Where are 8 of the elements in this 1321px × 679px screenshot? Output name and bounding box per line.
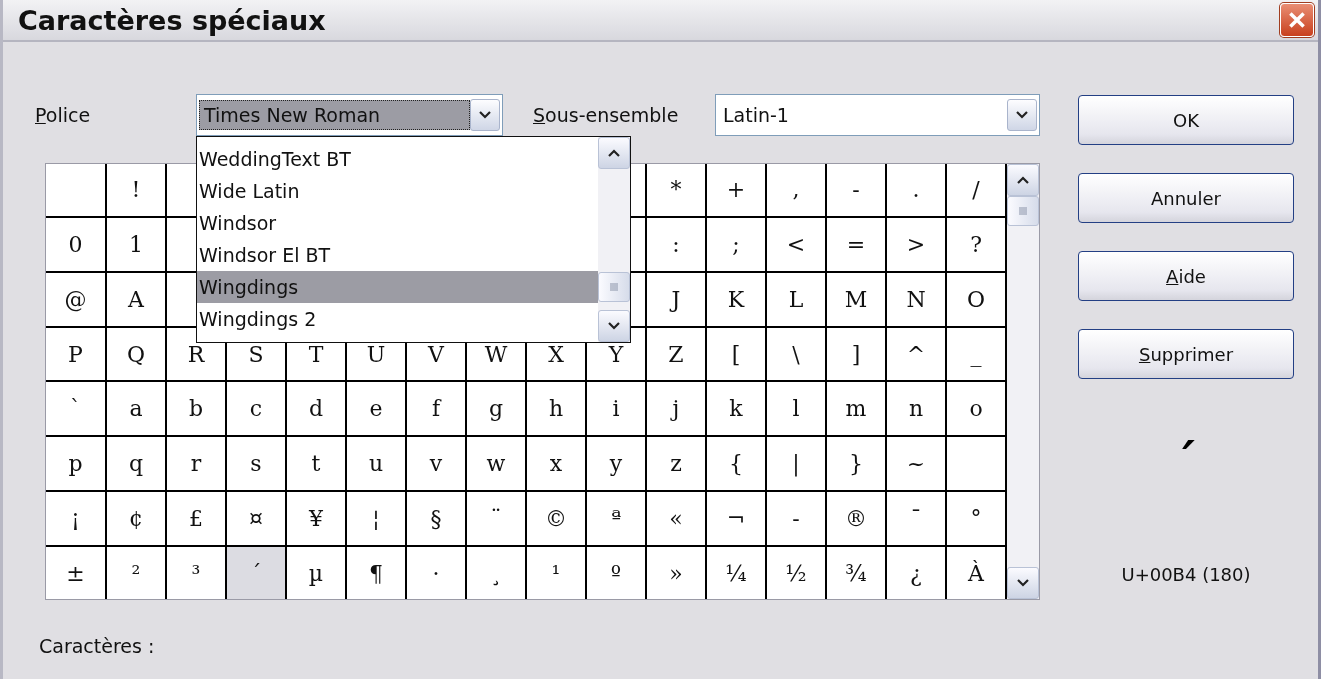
dropdown-value: Times New Roman (199, 100, 470, 130)
character-preview: ´ (1174, 434, 1198, 492)
field-label: Police (35, 104, 92, 126)
field-label: Sous-ensemble (533, 104, 680, 126)
character-code: U+00B4 (180) (1121, 564, 1251, 585)
characters-label: Caractères : (39, 635, 156, 657)
window-title: Caractères spéciaux (18, 4, 326, 36)
dropdown-value: Latin-1 (722, 103, 790, 128)
